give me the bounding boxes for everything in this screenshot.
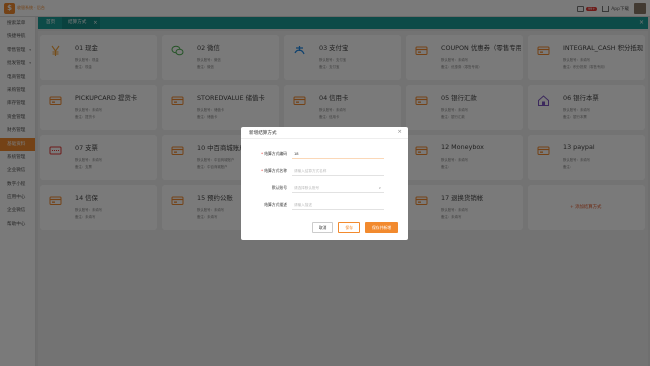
dialog-header: 新增结算方式 ×	[241, 127, 408, 139]
form-row-name: * 结算方式名称 请输入结算方式名称	[255, 165, 384, 177]
code-input[interactable]: 18	[292, 149, 384, 159]
save-button[interactable]: 保存	[338, 222, 361, 233]
dialog-buttons: 取消 保存 保存并新增	[311, 222, 398, 233]
description-input[interactable]: 请输入描述	[292, 200, 384, 210]
form-row-description: 结算方式描述 请输入描述	[255, 199, 384, 211]
dialog-title: 新增结算方式	[249, 131, 277, 136]
cancel-button[interactable]: 取消	[311, 222, 334, 233]
account-label: 默认账号	[271, 185, 287, 190]
account-select[interactable]: 请选择默认账号 ∨	[292, 183, 384, 193]
name-input[interactable]: 请输入结算方式名称	[292, 166, 384, 176]
save-and-new-button[interactable]: 保存并新增	[365, 222, 398, 233]
form-row-code: * 结算方式编码 18	[255, 148, 384, 160]
form-row-account: 默认账号 请选择默认账号 ∨	[255, 182, 384, 194]
chevron-down-icon: ∨	[378, 186, 381, 190]
close-icon[interactable]: ×	[397, 129, 402, 135]
code-label: * 结算方式编码	[261, 151, 287, 156]
new-settlement-dialog: 新增结算方式 × * 结算方式编码 18 * 结算方式名称 请输入结算方式名称 …	[241, 127, 408, 240]
account-select-placeholder: 请选择默认账号	[294, 186, 320, 190]
name-label: * 结算方式名称	[261, 168, 287, 173]
description-label: 结算方式描述	[264, 202, 287, 207]
